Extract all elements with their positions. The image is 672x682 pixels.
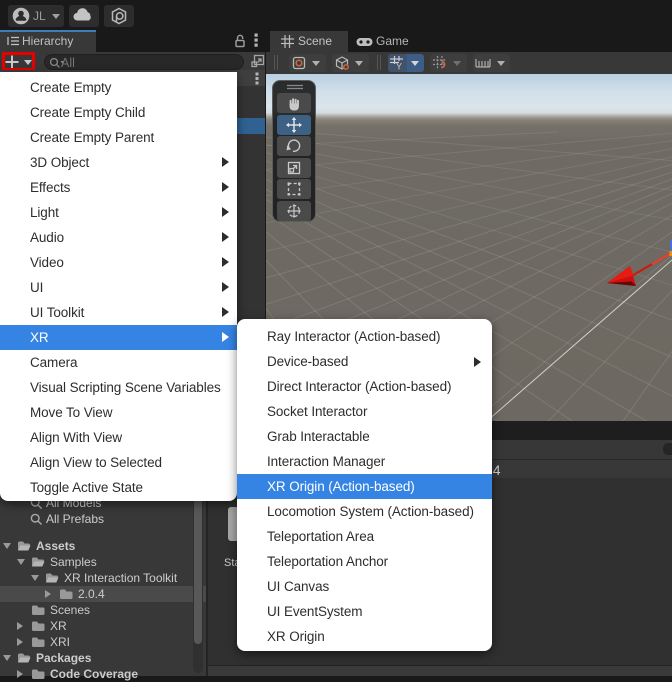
svg-text:JL: JL <box>33 9 46 23</box>
svg-text:Y: Y <box>396 62 402 71</box>
